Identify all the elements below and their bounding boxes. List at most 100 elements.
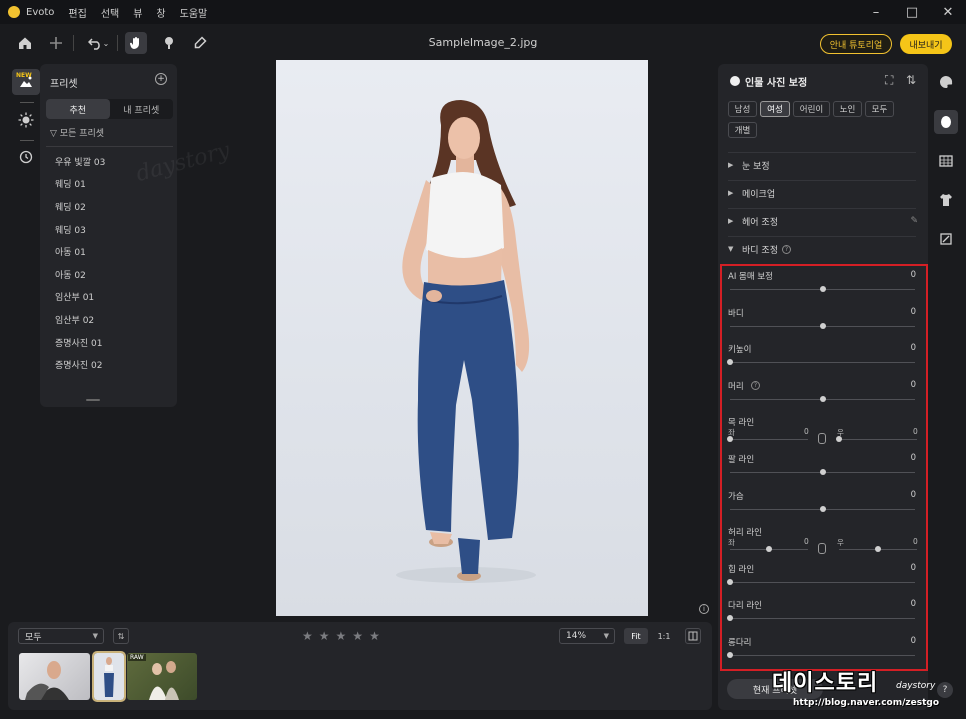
star-icon[interactable]: ★: [336, 629, 347, 643]
menu-help[interactable]: 도움말: [180, 5, 208, 20]
preset-filter[interactable]: ▽ 모든 프리셋: [50, 126, 104, 139]
preset-item[interactable]: 웨딩 02: [40, 195, 177, 218]
add-preset-icon[interactable]: +: [155, 73, 167, 85]
zoom-fit-button[interactable]: Fit: [624, 628, 648, 644]
slider-knob[interactable]: [836, 436, 842, 442]
slider-track[interactable]: [730, 362, 915, 363]
thumbnail-3[interactable]: RAW: [127, 653, 197, 700]
preset-item[interactable]: 임산부 02: [40, 308, 177, 331]
tutorial-button[interactable]: 안내 튜토리얼: [820, 34, 892, 54]
help-icon[interactable]: ?: [751, 381, 760, 390]
compare-view-icon[interactable]: [685, 628, 701, 644]
slider-row: 목 라인 좌 0 우 0: [727, 416, 918, 446]
link-icon[interactable]: [818, 433, 826, 444]
slider-knob[interactable]: [875, 546, 881, 552]
section-eye-retouch[interactable]: ▶ 눈 보정: [728, 156, 918, 174]
add-icon[interactable]: [45, 32, 67, 54]
slider-track[interactable]: [730, 582, 915, 583]
zoom-1to1-button[interactable]: 1:1: [652, 628, 676, 644]
section-makeup[interactable]: ▶ 메이크업: [728, 184, 918, 202]
minimize-icon[interactable]: –: [858, 0, 894, 24]
info-icon[interactable]: i: [699, 604, 709, 614]
slider-knob[interactable]: [727, 615, 733, 621]
chip-female[interactable]: 여성: [760, 101, 790, 117]
slider-knob[interactable]: [819, 506, 826, 512]
help-button[interactable]: ?: [937, 682, 953, 698]
panel-resize-handle[interactable]: [86, 399, 100, 401]
chip-senior[interactable]: 노인: [833, 101, 862, 117]
chip-male[interactable]: 남성: [728, 101, 757, 117]
preset-item[interactable]: 아동 01: [40, 240, 177, 263]
star-icon[interactable]: ★: [352, 629, 363, 643]
background-icon[interactable]: [936, 151, 956, 171]
slider-track[interactable]: [730, 655, 915, 656]
export-button[interactable]: 내보내기: [900, 34, 952, 54]
link-icon[interactable]: [818, 543, 826, 554]
preset-item[interactable]: 증명사진 02: [40, 353, 177, 376]
star-icon[interactable]: ★: [369, 629, 380, 643]
side-value: 0: [804, 427, 809, 436]
slider-knob[interactable]: [819, 396, 826, 402]
chip-child[interactable]: 어린이: [793, 101, 830, 117]
slider-row: AI 몸매 보정 0: [728, 270, 918, 300]
chevron-down-icon: ▼: [92, 632, 98, 640]
menu-edit[interactable]: 편집: [68, 5, 86, 20]
slider-knob[interactable]: [819, 469, 826, 475]
home-icon[interactable]: [14, 32, 36, 54]
tab-my-presets[interactable]: 내 프리셋: [110, 99, 174, 119]
preset-item[interactable]: 증명사진 01: [40, 331, 177, 354]
section-body[interactable]: ▼ 바디 조정 ?: [728, 240, 918, 258]
slider-knob[interactable]: [766, 546, 772, 552]
section-label: 눈 보정: [742, 161, 770, 172]
menu-select[interactable]: 선택: [101, 5, 119, 20]
brush-tool-icon[interactable]: [158, 32, 180, 54]
hand-tool-icon[interactable]: [125, 32, 147, 54]
chip-all[interactable]: 모두: [865, 101, 894, 117]
crop-icon[interactable]: [936, 229, 956, 249]
slider-knob[interactable]: [727, 359, 733, 365]
chip-individual[interactable]: 개별: [728, 122, 757, 138]
focus-frame-icon[interactable]: ⛶: [885, 73, 893, 88]
filter-dropdown-value: 모두: [25, 632, 42, 643]
slider-knob[interactable]: [727, 652, 733, 658]
menu-view[interactable]: 뷰: [133, 5, 142, 20]
help-icon[interactable]: ?: [781, 244, 791, 254]
preset-item[interactable]: 임산부 01: [40, 286, 177, 309]
slider-track[interactable]: [730, 439, 808, 440]
eraser-tool-icon[interactable]: [189, 32, 211, 54]
slider-knob[interactable]: [727, 436, 733, 442]
slider-track[interactable]: [839, 439, 917, 440]
slider-knob[interactable]: [819, 286, 826, 292]
close-icon[interactable]: ✕: [930, 0, 966, 24]
zoom-dropdown[interactable]: 14% ▼: [559, 628, 615, 644]
slider-track[interactable]: [730, 618, 915, 619]
swap-icon[interactable]: ⇅: [906, 73, 916, 87]
sort-icon[interactable]: ⇅: [113, 628, 129, 644]
brand-sub: daystory: [896, 681, 936, 691]
section-hair[interactable]: ▶ 헤어 조정 ✎: [728, 212, 918, 230]
brand-url: http://blog.naver.com/zestgo: [793, 698, 940, 708]
preset-rail-button[interactable]: NEW: [12, 69, 40, 95]
slider-knob[interactable]: [727, 579, 733, 585]
slider-knob[interactable]: [819, 323, 826, 329]
undo-history-chevron-icon[interactable]: ⌄: [100, 32, 112, 54]
adjust-rail-button[interactable]: [12, 107, 40, 133]
preset-item[interactable]: 아동 02: [40, 263, 177, 286]
portrait-icon[interactable]: [934, 110, 958, 134]
history-rail-button[interactable]: [12, 144, 40, 170]
thumbnail-2-selected[interactable]: [92, 651, 126, 702]
star-icon[interactable]: ★: [319, 629, 330, 643]
star-icon[interactable]: ★: [302, 629, 313, 643]
slider-row: 허리 라인 좌 0 우 0: [728, 526, 918, 556]
clothing-icon[interactable]: [936, 190, 956, 210]
tab-recommended[interactable]: 추천: [46, 99, 110, 119]
thumbnail-1[interactable]: [19, 653, 90, 700]
maximize-icon[interactable]: □: [894, 0, 930, 24]
image-canvas[interactable]: [276, 60, 648, 616]
filter-dropdown[interactable]: 모두 ▼: [18, 628, 104, 644]
edit-icon[interactable]: ✎: [910, 216, 918, 226]
palette-icon[interactable]: [936, 72, 956, 92]
slider-value: 0: [910, 636, 916, 646]
preset-item[interactable]: 웨딩 03: [40, 218, 177, 241]
menu-window[interactable]: 창: [156, 5, 165, 20]
